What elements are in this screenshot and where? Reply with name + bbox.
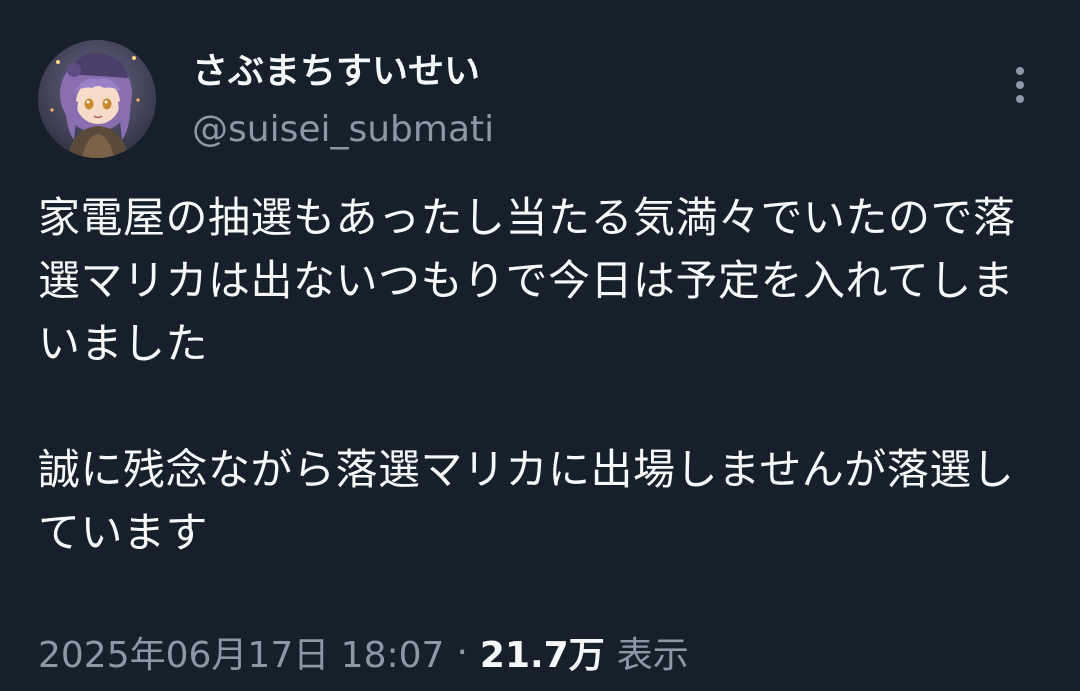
more-options-button[interactable] <box>1002 60 1038 110</box>
tweet-meta: 2025年06月17日 18:07 · 21.7万 表示 <box>38 624 689 680</box>
author-names: さぶまちすいせい @suisei_submati <box>192 46 494 156</box>
display-name[interactable]: さぶまちすいせい <box>192 46 494 98</box>
tweet-header: さぶまちすいせい @suisei_submati <box>38 40 1042 158</box>
avatar[interactable] <box>38 40 156 158</box>
user-handle[interactable]: @suisei_submati <box>192 104 494 156</box>
tweet-timestamp[interactable]: 2025年06月17日 18:07 <box>38 626 444 678</box>
tweet-text: 家電屋の抽選もあったし当たる気満々でいたので落選マリカは出ないつもりで今日は予定… <box>38 193 1016 557</box>
views-label: 表示 <box>616 635 689 676</box>
views-count[interactable]: 21.7万 <box>480 626 605 678</box>
meta-separator: · <box>456 631 468 673</box>
anime-character-avatar-icon <box>38 40 156 158</box>
more-vertical-icon <box>1016 67 1024 103</box>
